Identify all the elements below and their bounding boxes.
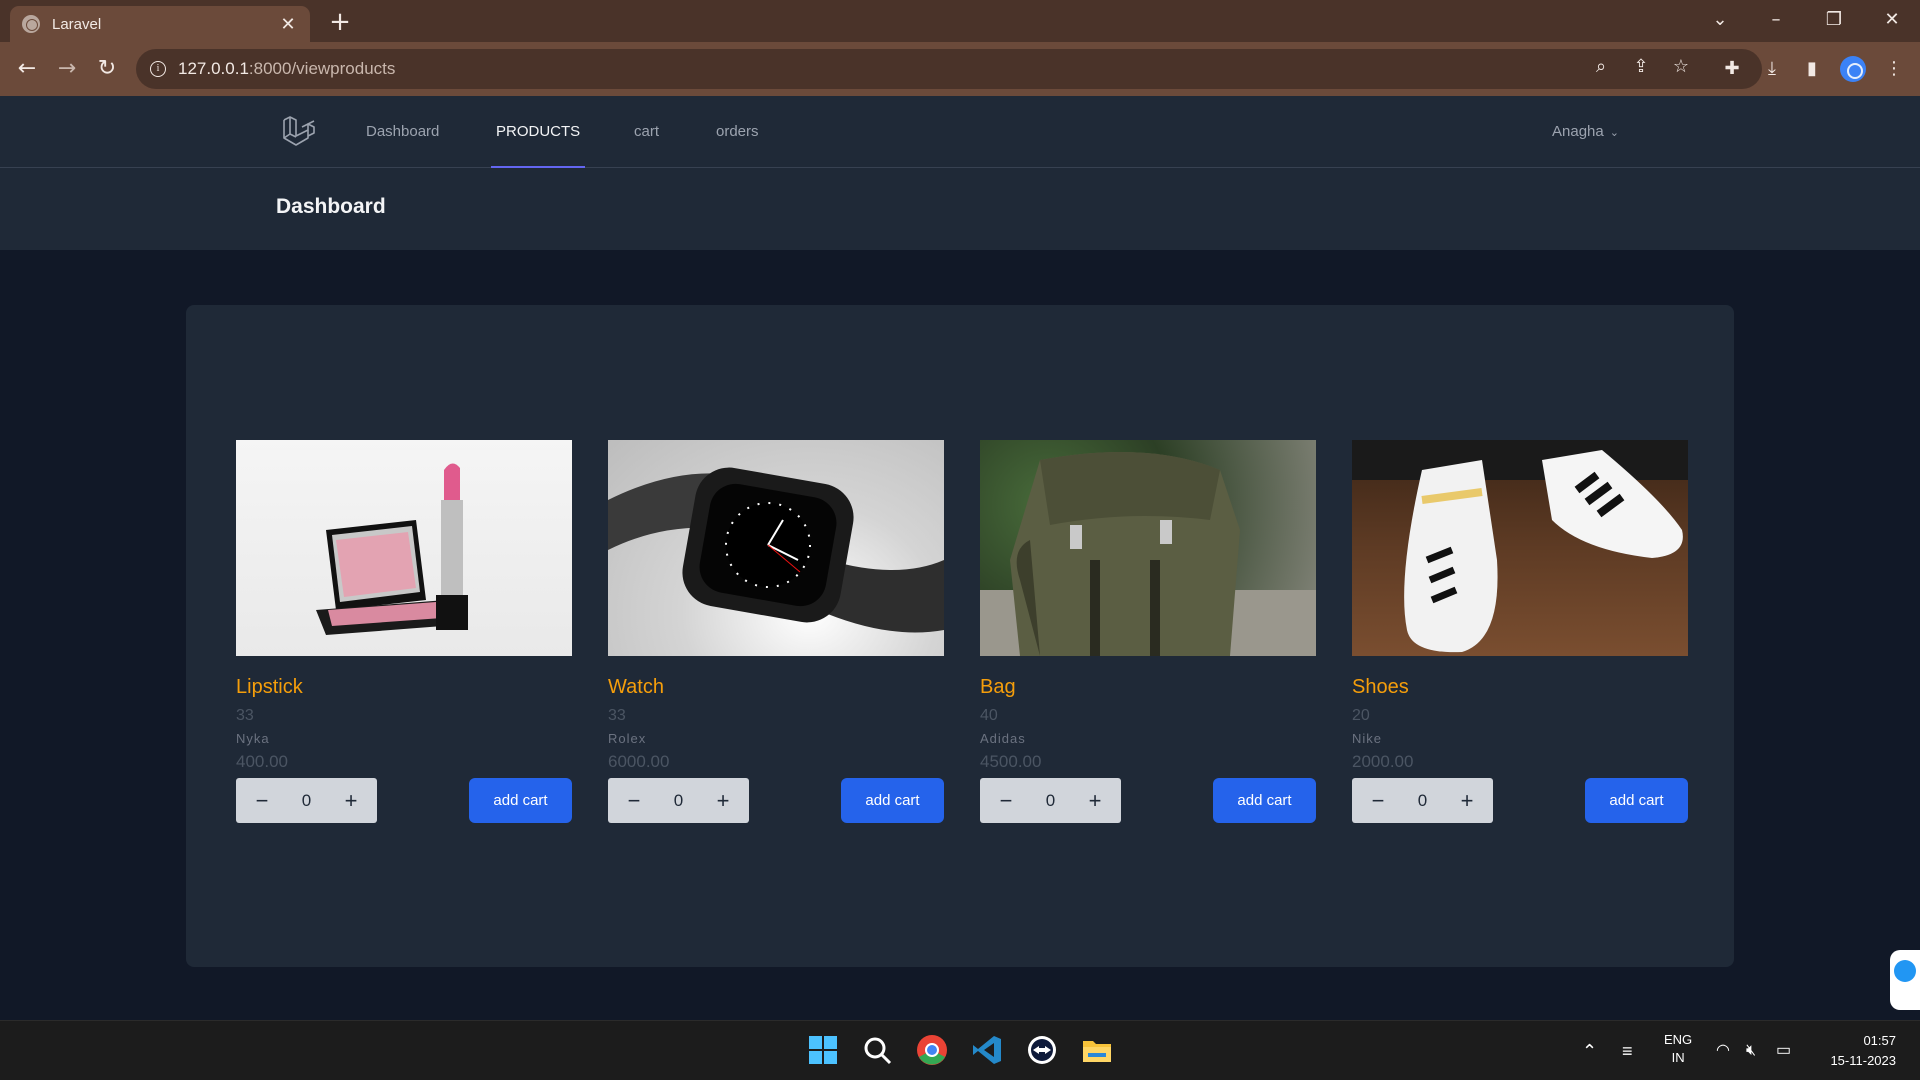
notification-icon[interactable]: ≡ xyxy=(1622,1021,1633,1080)
product-brand: Nike xyxy=(1352,731,1383,746)
product-brand: Adidas xyxy=(980,731,1026,746)
share-icon[interactable]: ⇪ xyxy=(1628,54,1654,80)
extensions-icon[interactable]: ✚ xyxy=(1718,55,1746,83)
product-card: Lipstick 33 Nyka 400.00 − 0 + add cart xyxy=(236,440,572,823)
user-name: Anagha xyxy=(1552,123,1604,140)
product-card: Shoes 20 Nike 2000.00 − 0 + add cart xyxy=(1352,440,1688,823)
add-cart-button[interactable]: add cart xyxy=(469,778,572,823)
page-header: Dashboard xyxy=(0,168,1920,250)
decrement-button[interactable]: − xyxy=(994,788,1018,814)
product-price: 400.00 xyxy=(236,752,288,771)
product-quantity: 33 xyxy=(236,707,254,724)
tab-search-icon[interactable]: ⌄ xyxy=(1692,0,1748,38)
product-image xyxy=(1352,440,1688,656)
user-menu[interactable]: Anagha ⌄ xyxy=(1552,96,1619,168)
download-icon[interactable]: ⤓ xyxy=(1758,55,1786,83)
quantity-stepper: − 0 + xyxy=(1352,778,1493,823)
close-window-button[interactable]: ✕ xyxy=(1864,0,1920,38)
nav-orders[interactable]: orders xyxy=(716,96,759,168)
increment-button[interactable]: + xyxy=(1083,788,1107,814)
product-brand: Rolex xyxy=(608,731,647,746)
product-card: Bag 40 Adidas 4500.00 − 0 + add cart xyxy=(980,440,1316,823)
product-name: Shoes xyxy=(1352,676,1409,698)
increment-button[interactable]: + xyxy=(1455,788,1479,814)
menu-kebab-icon[interactable]: ⋮ xyxy=(1880,55,1908,83)
laravel-logo-icon[interactable] xyxy=(280,114,316,150)
bookmark-star-icon[interactable]: ☆ xyxy=(1668,54,1694,80)
file-explorer-icon[interactable] xyxy=(1080,1033,1114,1067)
address-bar[interactable]: i 127.0.0.1:8000/viewproducts xyxy=(136,49,1762,89)
chrome-icon[interactable] xyxy=(915,1033,949,1067)
product-price: 4500.00 xyxy=(980,752,1042,771)
forward-button[interactable]: → xyxy=(52,54,82,84)
browser-toolbar: ← → ↻ i 127.0.0.1:8000/viewproducts ⌕ ⇪ … xyxy=(0,42,1920,96)
product-image xyxy=(608,440,944,656)
quantity-value[interactable]: 0 xyxy=(302,791,311,811)
add-cart-button[interactable]: add cart xyxy=(1213,778,1316,823)
minimize-button[interactable]: – xyxy=(1748,0,1804,38)
battery-icon[interactable]: ▭ xyxy=(1776,1021,1791,1080)
quantity-value[interactable]: 0 xyxy=(1046,791,1055,811)
nav-cart[interactable]: cart xyxy=(634,96,659,168)
windows-taskbar: ⌃ ≡ ENG IN ◠ 🔇︎ ▭ 01:57 15-11-2023 xyxy=(0,1020,1920,1080)
product-name: Bag xyxy=(980,676,1016,698)
new-tab-button[interactable]: + xyxy=(326,8,354,36)
quantity-value[interactable]: 0 xyxy=(674,791,683,811)
search-icon[interactable] xyxy=(860,1033,894,1067)
quantity-stepper: − 0 + xyxy=(608,778,749,823)
increment-button[interactable]: + xyxy=(339,788,363,814)
decrement-button[interactable]: − xyxy=(1366,788,1390,814)
product-card: Watch 33 Rolex 6000.00 − 0 + add cart xyxy=(608,440,944,823)
clock[interactable]: 01:57 15-11-2023 xyxy=(1812,1031,1896,1071)
quantity-stepper: − 0 + xyxy=(980,778,1121,823)
chevron-down-icon: ⌄ xyxy=(1609,127,1619,139)
site-info-icon[interactable]: i xyxy=(150,61,166,77)
zoom-icon[interactable]: ⌕ xyxy=(1588,54,1614,80)
product-price: 2000.00 xyxy=(1352,752,1414,771)
vscode-icon[interactable] xyxy=(970,1033,1004,1067)
browser-tab[interactable]: Laravel ✕ xyxy=(10,6,310,42)
product-quantity: 20 xyxy=(1352,707,1370,724)
product-quantity: 40 xyxy=(980,707,998,724)
url-text: 127.0.0.1:8000/viewproducts xyxy=(178,59,396,78)
products-panel: Lipstick 33 Nyka 400.00 − 0 + add cart W… xyxy=(186,305,1734,967)
browser-tab-bar: Laravel ✕ + ⌄ – ❐ ✕ xyxy=(0,0,1920,42)
nav-products[interactable]: PRODUCTS xyxy=(491,96,586,168)
product-name: Watch xyxy=(608,676,664,698)
product-image xyxy=(236,440,572,656)
teamviewer-side-tab[interactable] xyxy=(1890,950,1920,1010)
teamviewer-icon[interactable] xyxy=(1025,1033,1059,1067)
side-panel-icon[interactable]: ▮ xyxy=(1798,55,1826,83)
quantity-stepper: − 0 + xyxy=(236,778,377,823)
volume-mute-icon[interactable]: 🔇︎ xyxy=(1746,1021,1756,1080)
wifi-icon[interactable]: ◠ xyxy=(1716,1021,1730,1080)
decrement-button[interactable]: − xyxy=(622,788,646,814)
product-quantity: 33 xyxy=(608,707,626,724)
product-brand: Nyka xyxy=(236,731,270,746)
windows-start-icon[interactable] xyxy=(806,1033,840,1067)
date-text: 15-11-2023 xyxy=(1830,1053,1896,1068)
product-name: Lipstick xyxy=(236,676,303,698)
reload-button[interactable]: ↻ xyxy=(92,54,122,84)
add-cart-button[interactable]: add cart xyxy=(841,778,944,823)
teamviewer-icon xyxy=(1894,960,1916,982)
tab-title: Laravel xyxy=(52,15,102,33)
close-tab-icon[interactable]: ✕ xyxy=(278,14,298,35)
globe-icon xyxy=(22,15,40,33)
decrement-button[interactable]: − xyxy=(250,788,274,814)
page-title: Dashboard xyxy=(276,195,386,218)
time-text: 01:57 xyxy=(1863,1033,1896,1048)
quantity-value[interactable]: 0 xyxy=(1418,791,1427,811)
profile-avatar[interactable] xyxy=(1840,56,1866,82)
add-cart-button[interactable]: add cart xyxy=(1585,778,1688,823)
app-navbar: Dashboard PRODUCTS cart orders Anagha ⌄ xyxy=(0,96,1920,168)
language-indicator[interactable]: ENG IN xyxy=(1664,1031,1692,1067)
product-price: 6000.00 xyxy=(608,752,670,771)
nav-dashboard[interactable]: Dashboard xyxy=(366,96,439,168)
increment-button[interactable]: + xyxy=(711,788,735,814)
restore-button[interactable]: ❐ xyxy=(1806,0,1862,38)
back-button[interactable]: ← xyxy=(12,54,42,84)
show-hidden-icons-chevron-icon[interactable]: ⌃ xyxy=(1582,1021,1597,1080)
product-image xyxy=(980,440,1316,656)
